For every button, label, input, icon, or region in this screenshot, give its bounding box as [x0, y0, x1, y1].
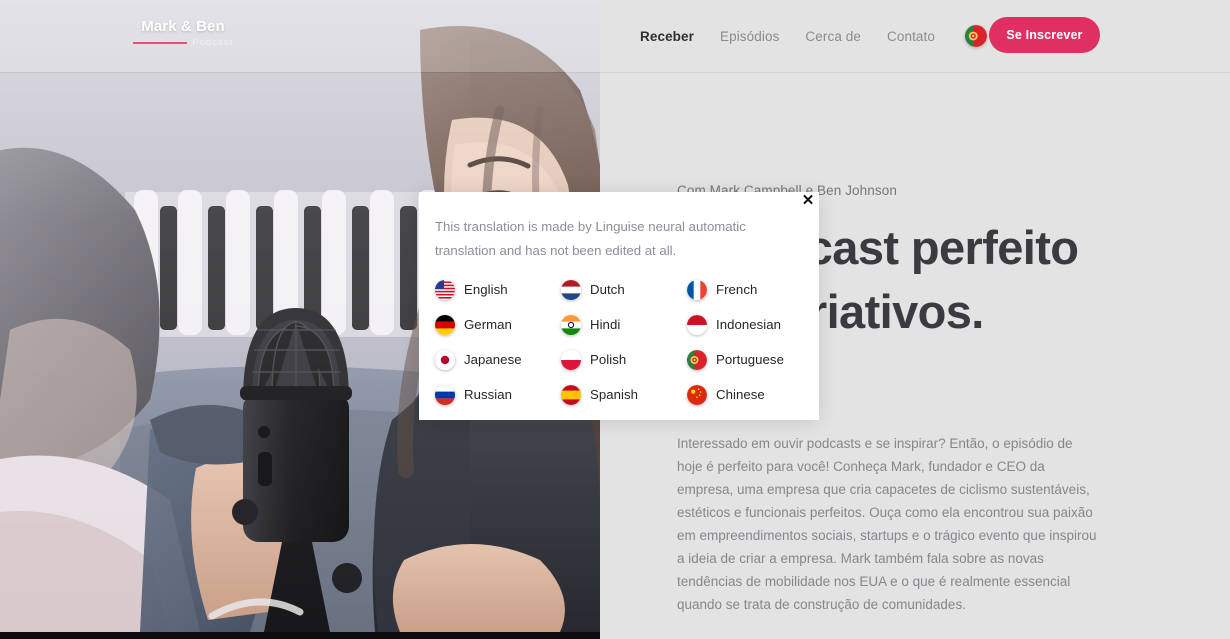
language-option-spanish[interactable]: Spanish [561, 377, 687, 412]
language-option-label: Dutch [590, 282, 625, 297]
photo-bottom-strip [0, 632, 600, 639]
language-option-portuguese[interactable]: Portuguese [687, 342, 813, 377]
in-flag-icon [561, 314, 581, 335]
language-option-label: Russian [464, 387, 512, 402]
de-flag-icon [435, 314, 455, 335]
language-option-label: Indonesian [716, 317, 782, 332]
fr-flag-icon [687, 279, 707, 300]
logo-name: Mark & Ben [141, 18, 225, 35]
language-option-indonesian[interactable]: Indonesian [687, 307, 813, 342]
language-option-hindi[interactable]: Hindi [561, 307, 687, 342]
language-option-dutch[interactable]: Dutch [561, 272, 687, 307]
logo-subtitle-row: Podcast [133, 37, 233, 48]
language-option-label: Japanese [464, 352, 522, 367]
language-option-label: French [716, 282, 758, 297]
language-option-japanese[interactable]: Japanese [435, 342, 561, 377]
nav-item-contato[interactable]: Contato [887, 29, 935, 44]
es-flag-icon [561, 384, 581, 405]
logo-rule [133, 41, 188, 44]
language-option-chinese[interactable]: Chinese [687, 377, 813, 412]
pt-flag-icon [687, 349, 707, 370]
id-flag-icon [687, 314, 707, 335]
nav-item-receber[interactable]: Receber [640, 29, 694, 44]
jp-flag-icon [435, 349, 455, 370]
language-option-label: Hindi [590, 317, 621, 332]
pl-flag-icon [561, 349, 581, 370]
page-root: Com Mark Campbell e Ben Johnson O podcas… [0, 0, 1230, 639]
language-option-french[interactable]: French [687, 272, 813, 307]
language-option-label: Spanish [590, 387, 639, 402]
subscribe-button[interactable]: Se Inscrever [989, 17, 1100, 53]
language-grid: English Dutch French German Hindi Indone… [435, 272, 813, 412]
language-option-russian[interactable]: Russian [435, 377, 561, 412]
portuguese-flag-icon[interactable] [964, 25, 987, 47]
ru-flag-icon [435, 384, 455, 405]
language-option-label: English [464, 282, 508, 297]
nav-item-episodios[interactable]: Episódios [720, 29, 779, 44]
hero-description: Interessado em ouvir podcasts e se inspi… [677, 436, 1097, 612]
main-navigation: Receber Episódios Cerca de Contato [640, 0, 987, 72]
logo-subtitle: Podcast [192, 37, 233, 48]
close-icon[interactable]: ✕ [800, 193, 816, 209]
nl-flag-icon [561, 279, 581, 300]
header-divider [0, 72, 1230, 73]
translation-popup: This translation is made by Linguise neu… [419, 192, 819, 420]
cn-flag-icon [687, 384, 707, 405]
language-option-label: Portuguese [716, 352, 784, 367]
language-option-german[interactable]: German [435, 307, 561, 342]
translation-note: This translation is made by Linguise neu… [435, 219, 746, 258]
language-option-label: Polish [590, 352, 627, 367]
language-option-label: Chinese [716, 387, 765, 402]
nav-item-cerca-de[interactable]: Cerca de [805, 29, 861, 44]
language-option-label: German [464, 317, 512, 332]
site-header: Mark & Ben Podcast Receber Episódios Cer… [0, 0, 1230, 72]
language-option-polish[interactable]: Polish [561, 342, 687, 377]
us-flag-icon [435, 279, 455, 300]
language-option-english[interactable]: English [435, 272, 561, 307]
site-logo[interactable]: Mark & Ben Podcast [133, 18, 233, 48]
